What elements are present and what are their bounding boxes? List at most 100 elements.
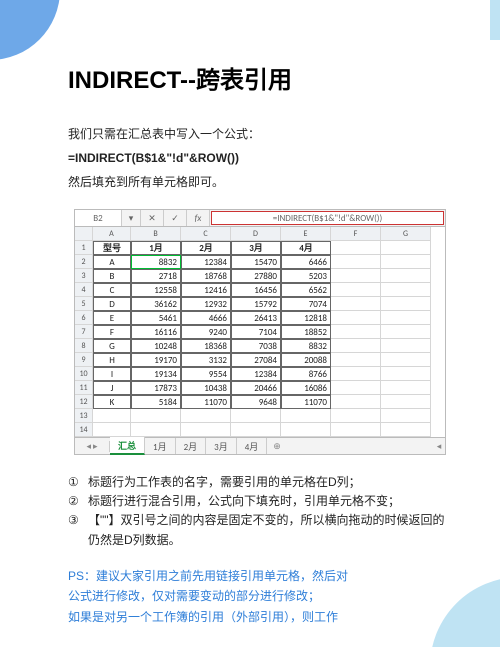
data-cell: 17873 [131,381,181,395]
sheet-tab: 4月 [237,438,268,454]
empty-cell [331,325,381,339]
column-header: D [231,227,281,241]
data-cell: 5203 [281,269,331,283]
notes-list: ① 标题行为工作表的名字，需要引用的单元格在D列； ② 标题行进行混合引用，公式… [68,473,452,550]
empty-cell [331,395,381,409]
row-number: 13 [75,409,93,423]
data-cell: 3132 [181,353,231,367]
row-label: D [93,297,131,311]
empty-cell [331,311,381,325]
row-label: I [93,367,131,381]
empty-cell [331,297,381,311]
data-cell: 7038 [231,339,281,353]
data-cell: 12384 [231,367,281,381]
note-marker: ① [68,473,88,492]
column-header: B [131,227,181,241]
note-item: ③ 【""】双引号之间的内容是固定不变的，所以横向拖动的时候返回的仍然是D列数据… [68,511,452,549]
row-number: 12 [75,395,93,409]
column-header: A [93,227,131,241]
row-number: 6 [75,311,93,325]
cancel-icon: ✕ [141,210,164,226]
postscript: PS：建议大家引用之前先用链接引用单元格，然后对 公式进行修改，仅对需要变动的部… [68,566,452,627]
data-cell: 4666 [181,311,231,325]
table-header-cell: 1月 [131,241,181,255]
data-cell: 10248 [131,339,181,353]
data-cell: 8766 [281,367,331,381]
name-box-dropdown-icon: ▾ [122,210,141,226]
data-cell: 11070 [181,395,231,409]
data-cell: 5184 [131,395,181,409]
table-header-cell: 型号 [93,241,131,255]
empty-cell [93,423,131,437]
row-number: 5 [75,297,93,311]
empty-cell [331,409,381,423]
data-cell: 26413 [231,311,281,325]
data-cell: 20466 [231,381,281,395]
row-label: F [93,325,131,339]
empty-cell [381,325,431,339]
row-number: 11 [75,381,93,395]
sheet-tab-active: 汇总 [110,437,145,455]
formula-bar: B2 ▾ ✕ ✓ fx =INDIRECT(B$1&"!d"&ROW()) [75,210,445,227]
empty-cell [381,283,431,297]
sheet-tab: 2月 [176,438,207,454]
empty-cell [381,367,431,381]
column-header: F [331,227,381,241]
data-cell: 9554 [181,367,231,381]
scroll-left-icon: ◂ [433,441,445,452]
data-cell: 15470 [231,255,281,269]
empty-cell [381,353,431,367]
data-cell: 2718 [131,269,181,283]
empty-cell [381,409,431,423]
data-cell: 15792 [231,297,281,311]
data-cell: 12932 [181,297,231,311]
data-cell: 10438 [181,381,231,395]
row-number: 3 [75,269,93,283]
column-header: G [381,227,431,241]
intro-line-2: 然后填充到所有单元格即可。 [68,173,452,191]
empty-cell [281,423,331,437]
empty-cell [331,339,381,353]
row-label: C [93,283,131,297]
row-number: 2 [75,255,93,269]
data-cell: 9240 [181,325,231,339]
data-cell: 16456 [231,283,281,297]
empty-cell [331,269,381,283]
note-marker: ② [68,492,88,511]
data-cell: 16116 [131,325,181,339]
confirm-icon: ✓ [164,210,187,226]
formula-input: =INDIRECT(B$1&"!d"&ROW()) [211,211,444,225]
data-cell: 7104 [231,325,281,339]
empty-cell [231,409,281,423]
data-cell: 12384 [181,255,231,269]
row-number: 14 [75,423,93,437]
empty-cell [331,367,381,381]
empty-cell [331,283,381,297]
cell-grid: ABCDEFG1型号1月2月3月4月2A8832123841547064663B… [75,227,445,437]
empty-cell [231,423,281,437]
ps-line: PS：建议大家引用之前先用链接引用单元格，然后对 [68,566,452,586]
data-cell: 12416 [181,283,231,297]
note-item: ① 标题行为工作表的名字，需要引用的单元格在D列； [68,473,452,492]
intro-line-1: 我们只需在汇总表中写入一个公式： [68,125,452,143]
empty-cell [131,409,181,423]
row-number: 4 [75,283,93,297]
note-text: 【""】双引号之间的内容是固定不变的，所以横向拖动的时候返回的仍然是D列数据。 [88,511,452,549]
empty-cell [181,423,231,437]
note-text: 标题行进行混合引用，公式向下填充时，引用单元格不变； [88,492,452,511]
add-sheet-icon: ⊕ [267,441,287,452]
row-label: A [93,255,131,269]
data-cell: 19134 [131,367,181,381]
excel-screenshot: B2 ▾ ✕ ✓ fx =INDIRECT(B$1&"!d"&ROW()) AB… [74,209,446,455]
row-label: J [93,381,131,395]
data-cell: 19170 [131,353,181,367]
data-cell: 36162 [131,297,181,311]
ps-line: 如果是对另一个工作簿的引用（外部引用），则工作 [68,607,452,627]
fx-icon: fx [187,210,210,226]
row-number: 8 [75,339,93,353]
data-cell: 8832 [131,255,181,269]
empty-cell [181,409,231,423]
empty-cell [331,353,381,367]
sheet-tab-bar: ◂ ▸ 汇总 1月 2月 3月 4月 ⊕ ◂ [75,437,445,454]
data-cell: 6562 [281,283,331,297]
